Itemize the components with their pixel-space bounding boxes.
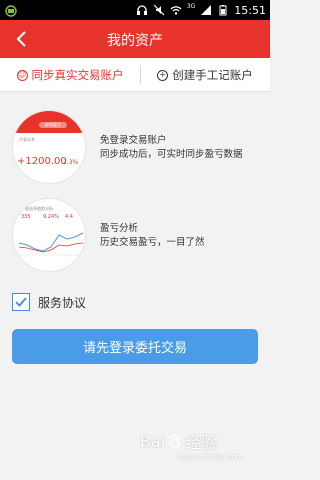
network-type: 3G [186, 2, 196, 10]
watermark-brand-2: 经验 [185, 433, 218, 452]
analysis-description: 盈亏分析 历史交易盈亏，一目了然 [100, 222, 205, 250]
service-agreement: 服务协议 [12, 292, 86, 312]
battery-icon [219, 5, 227, 16]
title-bar: 我的资产 [0, 20, 270, 58]
mute-icon [153, 4, 165, 16]
status-bar: 3G 15:51 [0, 0, 270, 20]
preview-pct: 2.3% [63, 159, 79, 166]
preview-title: 收益率趋势分析 [25, 206, 53, 211]
agreement-label[interactable]: 服务协议 [38, 294, 86, 311]
tab-sync-real-account[interactable]: ☺ 同步真实交易账户 [0, 58, 140, 92]
feature-text: 历史交易盈亏，一目了然 [100, 237, 205, 248]
page-title: 我的资产 [107, 33, 163, 49]
plus-circle-icon: + [157, 69, 169, 81]
paw-icon [169, 433, 181, 448]
status-icons: 3G 15:51 [136, 0, 266, 20]
sync-description: 免登录交易账户 同步成功后，可实时同步盈亏数据 [100, 134, 243, 162]
mini-line-chart [18, 232, 84, 256]
tab-label: 同步真实交易账户 [31, 68, 124, 82]
login-button[interactable]: 请先登录委托交易 [12, 329, 258, 364]
clock: 15:51 [234, 3, 266, 17]
watermark-brand: Bai [140, 431, 166, 451]
preview-broker: 华泰证券 [19, 137, 35, 142]
wifi-icon [170, 6, 182, 15]
tab-create-manual-account[interactable]: + 创建手工记账户 [140, 58, 270, 92]
signal-icon [201, 5, 212, 15]
preview-stat: 4.4 [65, 214, 73, 220]
feature-title: 免登录交易账户 [100, 135, 167, 146]
analysis-preview-image: 收益率趋势分析 335 9.24% 4.4 [12, 198, 86, 272]
preview-stat: 9.24% [43, 214, 59, 220]
tab-label: 创建手工记账户 [172, 68, 253, 82]
preview-tab: 综合盈亏 [39, 122, 67, 128]
check-icon [15, 297, 27, 307]
android-debug-icon [5, 5, 17, 17]
preview-header: 综合盈亏 [13, 111, 85, 133]
preview-stat: 335 [21, 214, 31, 220]
watermark-url: jingyan.baidu.com [178, 453, 243, 461]
baidu-watermark: Bai 经验 [140, 428, 217, 454]
preview-total: +1200.00 [17, 156, 67, 167]
sync-preview-image: 综合盈亏 华泰证券 +1200.00 2.3% [12, 110, 86, 184]
feature-title: 盈亏分析 [100, 223, 139, 234]
agreement-checkbox[interactable] [12, 293, 30, 311]
account-tabs: ☺ 同步真实交易账户 + 创建手工记账户 [0, 58, 270, 92]
feature-text: 同步成功后，可实时同步盈亏数据 [100, 149, 243, 160]
sync-circle-icon: ☺ [16, 69, 28, 81]
headphones-icon [136, 5, 147, 15]
